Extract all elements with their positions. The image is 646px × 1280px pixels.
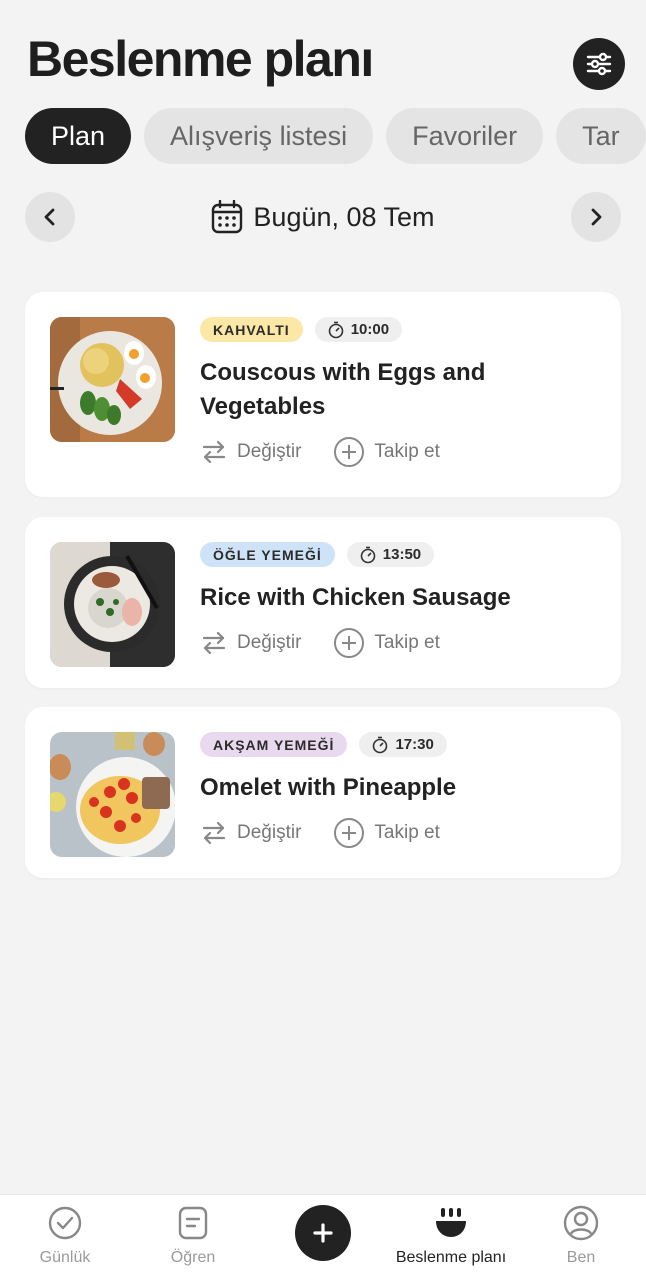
sliders-icon	[586, 52, 612, 76]
meal-type-badge: KAHVALTI	[200, 317, 303, 342]
track-label: Takip et	[374, 632, 440, 653]
nav-label: Öğren	[170, 1249, 216, 1266]
track-label: Takip et	[374, 822, 440, 843]
stopwatch-icon	[360, 546, 376, 563]
tab-shopping-list[interactable]: Alışveriş listesi	[144, 108, 374, 164]
swap-icon	[202, 631, 226, 655]
stopwatch-icon	[328, 321, 344, 338]
document-icon	[178, 1206, 208, 1240]
meal-card-dinner[interactable]: AKŞAM YEMEĞİ 17:30 Omelet with Pineapple…	[25, 707, 621, 878]
profile-icon	[563, 1205, 599, 1241]
chevron-right-icon	[591, 208, 602, 226]
plus-circle-icon	[334, 437, 365, 467]
change-meal-button[interactable]: Değiştir	[200, 627, 301, 659]
plus-icon	[313, 1223, 333, 1243]
tab-bar: Plan Alışveriş listesi Favoriler Tar	[25, 108, 646, 164]
swap-icon	[202, 821, 226, 845]
meal-title[interactable]: Couscous with Eggs and Vegetables	[200, 356, 601, 424]
meal-card-lunch[interactable]: ÖĞLE YEMEĞİ 13:50 Rice with Chicken Saus…	[25, 517, 621, 688]
meal-image	[50, 317, 175, 442]
tab-plan[interactable]: Plan	[25, 108, 132, 164]
previous-day-button[interactable]	[25, 192, 75, 242]
change-label: Değiştir	[237, 632, 302, 653]
meal-time-label: 13:50	[382, 546, 422, 563]
date-label: Bugün, 08 Tem	[253, 201, 435, 232]
meal-time: 17:30	[359, 732, 447, 757]
tab-recipes[interactable]: Tar	[556, 108, 646, 164]
bowl-icon	[436, 1208, 466, 1237]
plus-circle-icon	[334, 818, 365, 848]
tab-favorites[interactable]: Favoriler	[386, 108, 544, 164]
nav-label: Ben	[566, 1249, 596, 1266]
meal-card-breakfast[interactable]: KAHVALTI 10:00 Couscous with Eggs and Ve…	[25, 292, 621, 497]
change-meal-button[interactable]: Değiştir	[200, 817, 301, 849]
nav-item-daily[interactable]: Günlük	[0, 1195, 130, 1280]
track-label: Takip et	[374, 441, 440, 462]
page-title: Beslenme planı	[27, 31, 374, 87]
meal-type-badge: AKŞAM YEMEĞİ	[200, 732, 348, 757]
date-navigator: Bugün, 08 Tem	[25, 192, 621, 242]
meal-type-badge: ÖĞLE YEMEĞİ	[200, 542, 335, 567]
swap-icon	[202, 440, 226, 464]
track-meal-button[interactable]: Takip et	[333, 436, 440, 468]
check-circle-icon	[48, 1206, 82, 1240]
nav-item-meal-plan[interactable]: Beslenme planı	[386, 1195, 516, 1280]
nav-label: Beslenme planı	[395, 1249, 507, 1266]
next-day-button[interactable]	[570, 192, 621, 242]
change-label: Değiştir	[237, 441, 302, 462]
change-meal-button[interactable]: Değiştir	[200, 436, 301, 468]
stopwatch-icon	[373, 736, 388, 753]
meal-time-label: 10:00	[350, 321, 390, 338]
nav-item-profile[interactable]: Ben	[516, 1195, 646, 1280]
chevron-left-icon	[44, 208, 55, 226]
plus-circle-icon	[334, 628, 365, 658]
meal-image	[50, 732, 175, 857]
track-meal-button[interactable]: Takip et	[333, 817, 440, 849]
meal-title[interactable]: Omelet with Pineapple	[200, 771, 601, 805]
meal-time: 10:00	[314, 317, 403, 342]
meal-title[interactable]: Rice with Chicken Sausage	[200, 581, 601, 615]
meal-time-label: 17:30	[395, 736, 434, 753]
calendar-icon	[212, 200, 243, 234]
nav-label: Günlük	[39, 1249, 91, 1266]
meal-image	[50, 542, 175, 667]
add-button[interactable]	[295, 1205, 351, 1261]
track-meal-button[interactable]: Takip et	[333, 627, 440, 659]
filter-button[interactable]	[573, 38, 625, 90]
nav-item-learn[interactable]: Öğren	[128, 1195, 258, 1280]
change-label: Değiştir	[237, 822, 302, 843]
date-display[interactable]: Bugün, 08 Tem	[211, 200, 435, 234]
meal-time: 13:50	[346, 542, 435, 567]
